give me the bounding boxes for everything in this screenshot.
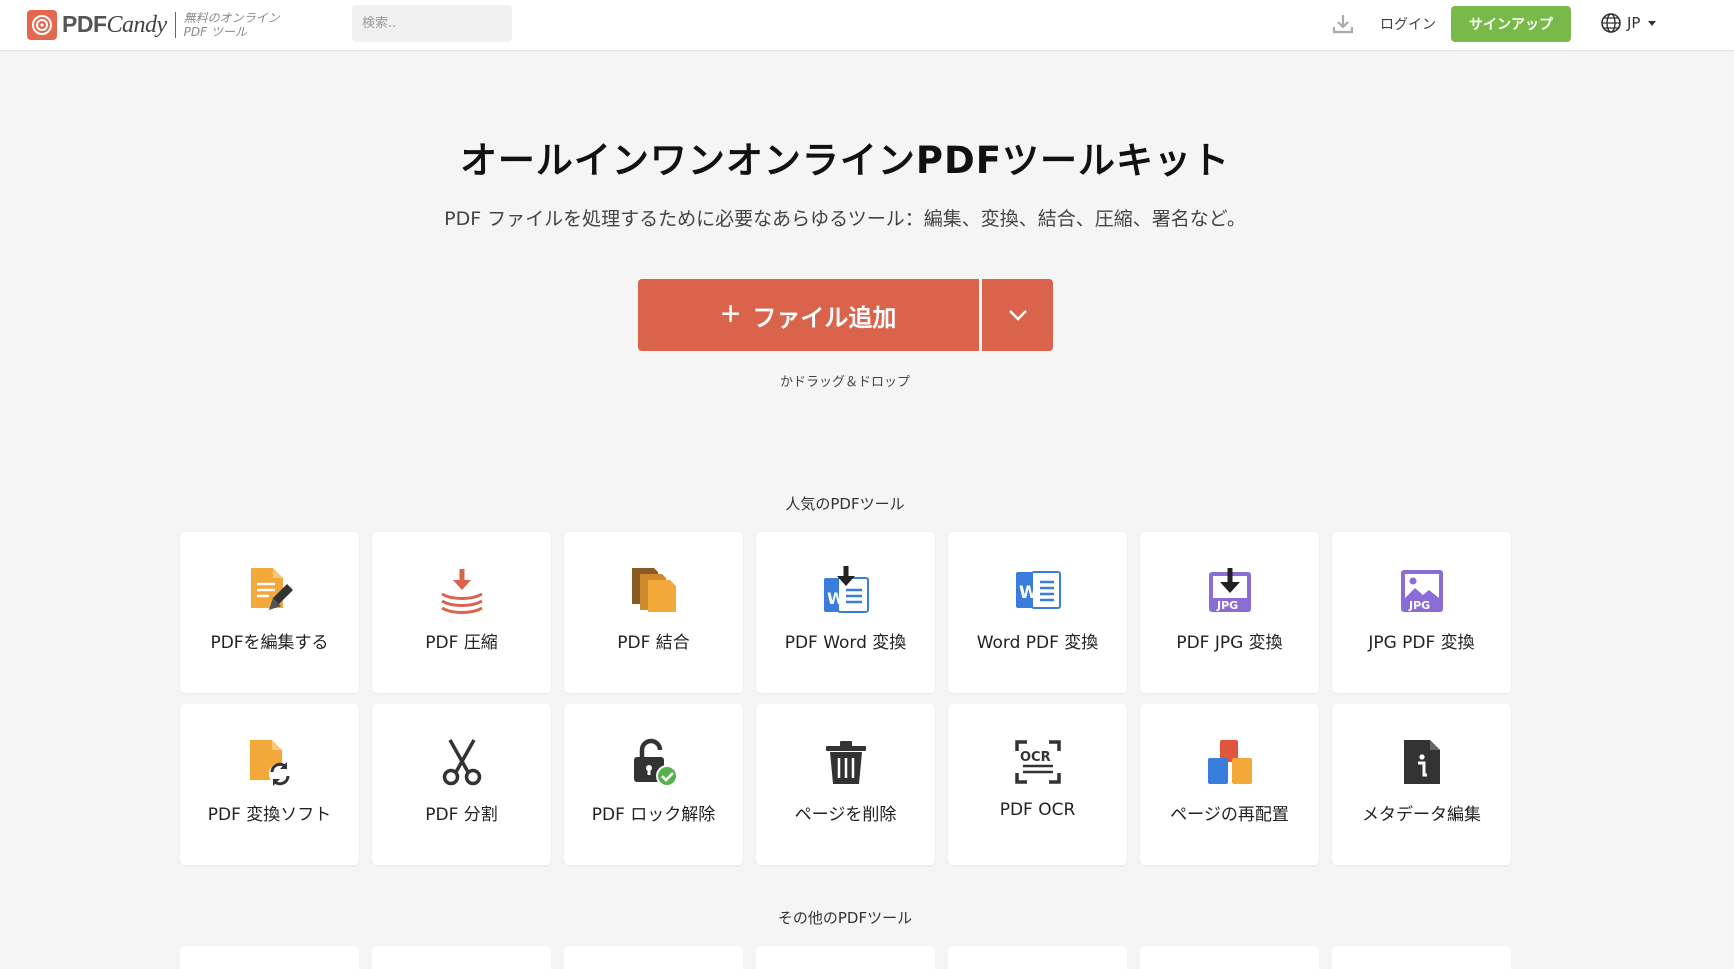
svg-text:OCR: OCR xyxy=(1020,750,1051,765)
plus-icon: + xyxy=(720,294,741,333)
convert-icon xyxy=(246,738,294,786)
other-tool-card[interactable] xyxy=(1332,946,1511,969)
trash-icon xyxy=(822,738,870,786)
compress-icon xyxy=(438,566,486,614)
add-file-button[interactable]: + ファイル追加 xyxy=(638,279,979,351)
svg-text:W: W xyxy=(1019,583,1038,603)
other-tools-heading: その他のPDFツール xyxy=(777,909,913,927)
tool-label: メタデータ編集 xyxy=(1362,805,1481,825)
tool-card-split[interactable]: PDF 分割 xyxy=(372,704,551,865)
popular-tools-grid: PDFを編集する PDF 圧縮 PDF 結合 W PDF Word 変換 W W… xyxy=(180,532,1511,865)
globe-icon xyxy=(1601,13,1621,33)
tool-card-ocr[interactable]: OCR PDF OCR xyxy=(948,704,1127,865)
tool-label: Word PDF 変換 xyxy=(976,633,1099,653)
language-code: JP xyxy=(1627,14,1641,32)
tool-card-unlock[interactable]: PDF ロック解除 xyxy=(564,704,743,865)
tool-label: JPG PDF 変換 xyxy=(1368,633,1475,653)
other-tool-card[interactable] xyxy=(1140,946,1319,969)
pdfcandy-logo[interactable]: PDFCandy 無料のオンライン PDF ツール xyxy=(27,10,280,40)
brand-tagline: 無料のオンライン PDF ツール xyxy=(183,11,280,39)
word-icon: W xyxy=(1014,566,1062,614)
popular-tools-heading: 人気のPDFツール xyxy=(785,495,905,513)
tool-label: PDF 変換ソフト xyxy=(207,805,332,825)
other-tool-card[interactable] xyxy=(180,946,359,969)
tool-card-edit-pdf[interactable]: PDFを編集する xyxy=(180,532,359,693)
tool-card-metadata[interactable]: メタデータ編集 xyxy=(1332,704,1511,865)
svg-text:W: W xyxy=(827,589,845,608)
other-tools-grid xyxy=(180,946,1511,969)
edit-pdf-icon xyxy=(246,566,294,614)
tool-card-converter[interactable]: PDF 変換ソフト xyxy=(180,704,359,865)
tool-label: PDF ロック解除 xyxy=(591,805,716,825)
top-header: PDFCandy 無料のオンライン PDF ツール ログイン サインアップ JP xyxy=(0,0,1734,51)
tool-card-compress[interactable]: PDF 圧縮 xyxy=(372,532,551,693)
metadata-icon xyxy=(1398,738,1446,786)
rearrange-icon xyxy=(1206,738,1254,786)
download-icon[interactable] xyxy=(1331,12,1355,36)
other-tool-card[interactable] xyxy=(372,946,551,969)
tool-card-delete-pages[interactable]: ページを削除 xyxy=(756,704,935,865)
scissors-icon xyxy=(438,738,486,786)
candy-logo-icon xyxy=(27,10,57,40)
tool-label: PDFを編集する xyxy=(210,633,329,653)
ocr-icon: OCR xyxy=(1014,738,1062,786)
svg-text:JPG: JPG xyxy=(1216,599,1238,612)
language-selector[interactable]: JP xyxy=(1600,12,1657,34)
svg-text:JPG: JPG xyxy=(1408,599,1430,612)
brand-name: PDFCandy xyxy=(62,11,167,38)
tool-label: PDF JPG 変換 xyxy=(1176,633,1283,653)
tool-card-merge[interactable]: PDF 結合 xyxy=(564,532,743,693)
tool-card-word-to-pdf[interactable]: W Word PDF 変換 xyxy=(948,532,1127,693)
other-tool-card[interactable] xyxy=(564,946,743,969)
tool-label: PDF OCR xyxy=(999,800,1076,820)
tool-label: PDF 圧縮 xyxy=(425,633,498,653)
caret-down-icon xyxy=(1648,20,1657,26)
tool-label: PDF 結合 xyxy=(617,633,690,653)
tool-card-pdf-to-word[interactable]: W PDF Word 変換 xyxy=(756,532,935,693)
pdf-to-word-icon: W xyxy=(822,566,870,614)
signup-button[interactable]: サインアップ xyxy=(1451,6,1571,42)
page-title: オールインワンオンラインPDFツールキット xyxy=(459,139,1231,182)
tool-label: ページを削除 xyxy=(794,805,897,825)
tool-card-jpg-to-pdf[interactable]: JPG JPG PDF 変換 xyxy=(1332,532,1511,693)
jpg-icon: JPG xyxy=(1398,566,1446,614)
page-subtitle: PDF ファイルを処理するために必要なあらゆるツール：編集、変換、結合、圧縮、署… xyxy=(444,208,1246,230)
logo-divider xyxy=(174,12,176,38)
add-file-label: ファイル追加 xyxy=(752,304,897,332)
tool-card-rearrange[interactable]: ページの再配置 xyxy=(1140,704,1319,865)
unlock-icon xyxy=(630,738,678,786)
add-file-dropdown-button[interactable] xyxy=(982,279,1053,351)
chevron-down-icon xyxy=(1008,310,1027,321)
pdf-to-jpg-icon: JPG xyxy=(1206,566,1254,614)
tool-card-pdf-to-jpg[interactable]: JPG PDF JPG 変換 xyxy=(1140,532,1319,693)
tool-label: PDF 分割 xyxy=(425,805,498,825)
tool-label: ページの再配置 xyxy=(1170,805,1289,825)
other-tool-card[interactable] xyxy=(756,946,935,969)
login-link[interactable]: ログイン xyxy=(1380,14,1436,34)
merge-icon xyxy=(630,566,678,614)
drag-drop-hint: かドラッグ＆ドロップ xyxy=(779,375,910,390)
tool-label: PDF Word 変換 xyxy=(784,633,907,653)
search-input[interactable] xyxy=(352,5,512,42)
other-tool-card[interactable] xyxy=(948,946,1127,969)
